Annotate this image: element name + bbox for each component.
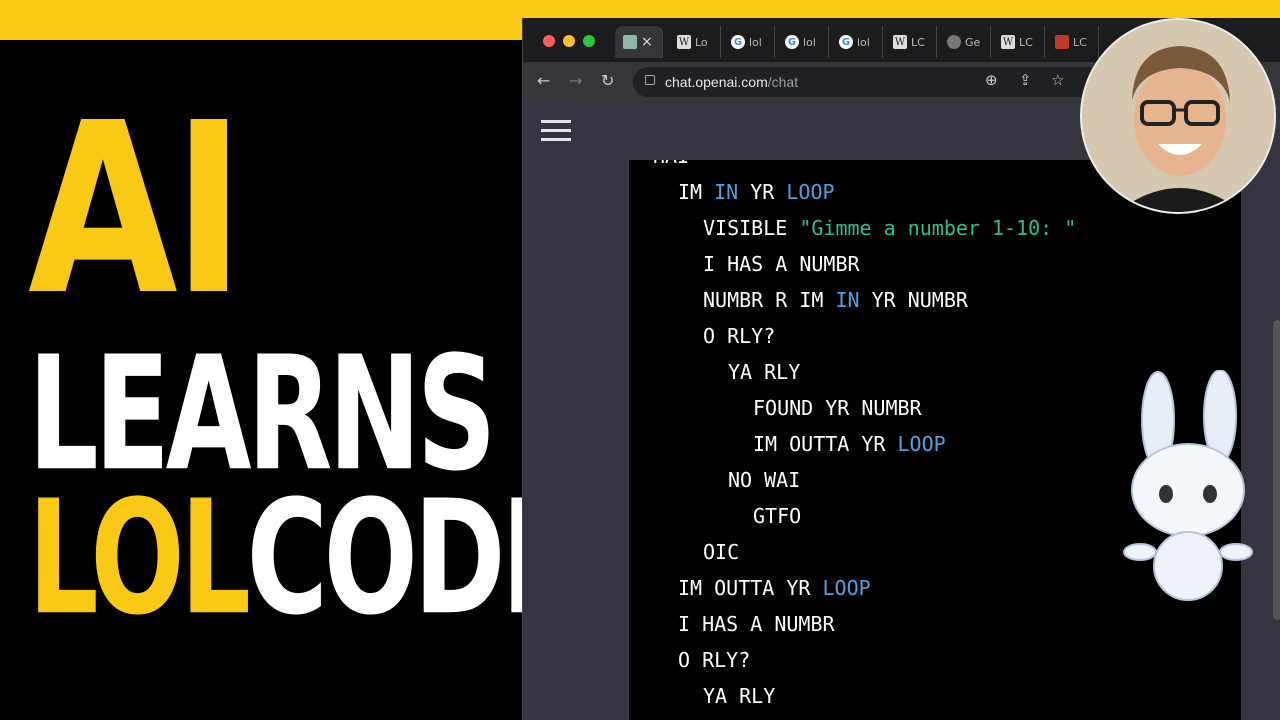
google-icon: G xyxy=(839,35,853,49)
tab-title: LC xyxy=(1073,35,1087,49)
browser-tab[interactable]: W Lo xyxy=(669,26,721,58)
tab-title: Ge xyxy=(965,35,981,49)
tab-title: lol xyxy=(857,35,870,49)
tab-close-icon[interactable]: × xyxy=(641,34,653,50)
code-line: O RLY? xyxy=(678,648,751,672)
code-line: IM OUTTA YR LOOP xyxy=(678,576,871,600)
browser-tab[interactable]: Ge xyxy=(939,26,991,58)
browser-tab[interactable]: Glol xyxy=(777,26,829,58)
lock-icon xyxy=(645,75,655,85)
browser-tab[interactable]: W LC xyxy=(993,26,1045,58)
browser-tab[interactable]: Glol xyxy=(831,26,883,58)
tab-title: Lo xyxy=(695,35,708,49)
code-line: IM OUTTA YR LOOP xyxy=(753,432,946,456)
browser-tab[interactable]: W LC xyxy=(885,26,937,58)
bookmark-star-icon[interactable]: ☆ xyxy=(1051,71,1064,89)
tab-title: LC xyxy=(911,35,925,49)
code-line: NUMBR R IM IN YR NUMBR xyxy=(703,288,968,312)
wikipedia-icon: W xyxy=(1001,35,1015,49)
code-line: OIC xyxy=(703,540,740,564)
tab-title: lol xyxy=(749,35,762,49)
address-bar[interactable]: chat.openai.com/chat ⊕ ⇪ ☆ xyxy=(633,67,1103,97)
red-icon xyxy=(1055,35,1069,49)
headline-lolcode: LOLCODE xyxy=(28,480,577,638)
close-window-button[interactable] xyxy=(543,35,555,47)
hamburger-menu-icon[interactable] xyxy=(541,120,571,142)
google-icon: G xyxy=(785,35,799,49)
minimize-window-button[interactable] xyxy=(563,35,575,47)
globe-icon xyxy=(947,35,961,49)
code-line: I HAS A NUMBR xyxy=(678,612,835,636)
back-arrow-icon[interactable]: ← xyxy=(537,71,550,90)
webcam-avatar xyxy=(1080,18,1276,214)
tab-title: lol xyxy=(803,35,816,49)
code-line: IM IN YR LOOP xyxy=(678,180,835,204)
tab-title: LC xyxy=(1019,35,1033,49)
code-line: GTFO xyxy=(753,504,802,528)
code-line: HAI xyxy=(653,160,689,168)
browser-tab[interactable]: × xyxy=(615,26,663,58)
wikipedia-icon: W xyxy=(677,35,691,49)
forward-arrow-icon[interactable]: → xyxy=(569,71,582,90)
code-line: YA RLY xyxy=(703,684,776,708)
headline-ai: AI xyxy=(28,72,245,347)
bunny-mascot-illustration xyxy=(1118,369,1258,610)
code-line: NO WAI xyxy=(728,468,801,492)
scrollbar[interactable] xyxy=(1273,320,1280,620)
browser-tab[interactable]: LC xyxy=(1047,26,1099,58)
share-icon[interactable]: ⇪ xyxy=(1019,71,1032,89)
code-line: I HAS A NUMBR xyxy=(703,252,860,276)
headline-lol: LOL xyxy=(28,467,251,651)
reload-icon[interactable]: ↻ xyxy=(601,71,614,90)
url-text: chat.openai.com/chat xyxy=(665,74,799,90)
browser-tab[interactable]: Glol xyxy=(723,26,775,58)
wikipedia-icon: W xyxy=(893,35,907,49)
code-line: FOUND YR NUMBR xyxy=(753,396,922,420)
chatgpt-icon xyxy=(623,35,637,49)
code-line: YA RLY xyxy=(728,360,801,384)
zoom-icon[interactable]: ⊕ xyxy=(985,71,998,89)
code-line: VISIBLE "Gimme a number 1-10: " xyxy=(703,216,1077,240)
code-line: O RLY? xyxy=(703,324,776,348)
google-icon: G xyxy=(731,35,745,49)
maximize-window-button[interactable] xyxy=(583,35,595,47)
